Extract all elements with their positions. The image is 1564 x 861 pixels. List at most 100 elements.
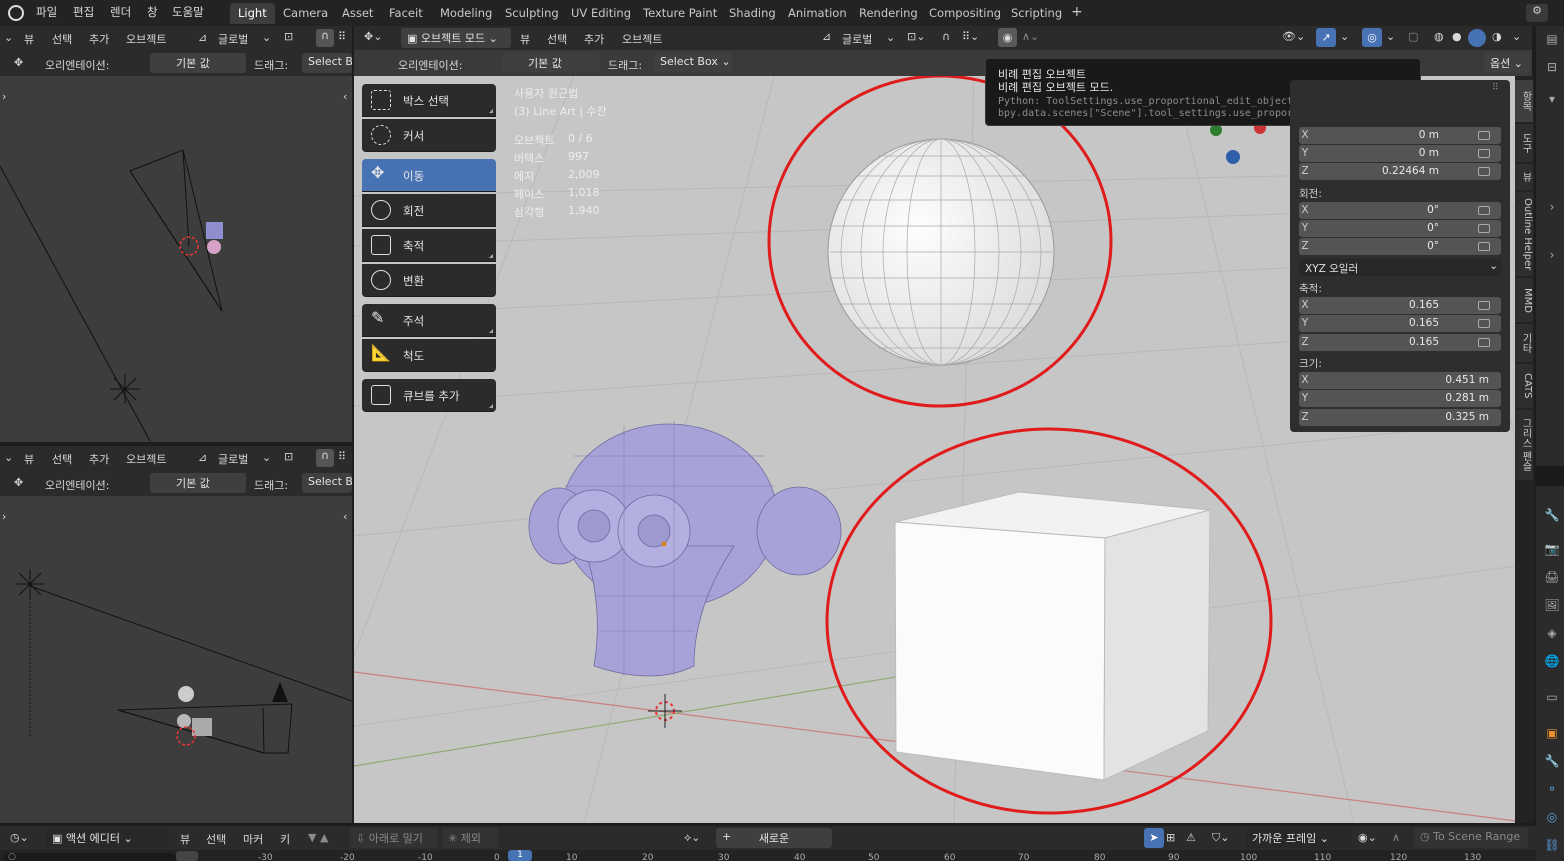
drag-dropdown[interactable]: Select Box: [302, 53, 352, 73]
pivot-icon[interactable]: ⊡: [284, 30, 293, 43]
lock-icon[interactable]: [1478, 149, 1490, 158]
menu-select[interactable]: 선택: [547, 31, 567, 47]
timeline-ruler[interactable]: ○ -30 -20 -10 0 1 10 20 30 40 50 60 70 8…: [0, 850, 1536, 861]
filter-icon[interactable]: ⊟: [1544, 60, 1560, 76]
tool-measure[interactable]: 📐 척도: [362, 339, 496, 372]
toolbar-expand-icon[interactable]: ›: [2, 510, 6, 523]
wireframe-shading-icon[interactable]: ◍: [1434, 30, 1444, 43]
lock-icon[interactable]: [1478, 301, 1490, 310]
menu-view[interactable]: 뷰: [520, 31, 530, 47]
tab-rendering[interactable]: Rendering: [851, 3, 926, 24]
menu-select[interactable]: 선택: [206, 831, 226, 847]
tab-misc[interactable]: 기타: [1515, 324, 1533, 362]
dimension-y-field[interactable]: Y 0.281 m: [1299, 390, 1501, 407]
tab-texture-paint[interactable]: Texture Paint: [635, 3, 725, 24]
tab-sculpting[interactable]: Sculpting: [497, 3, 567, 24]
chevron-down-icon[interactable]: ⌄: [1512, 30, 1521, 43]
tool-annotate[interactable]: ✎ 주석: [362, 304, 496, 337]
scale-x-field[interactable]: X 0.165: [1299, 297, 1501, 314]
layer-arrows-icon[interactable]: ▼ ▲: [308, 831, 328, 844]
menu-view[interactable]: 뷰: [180, 831, 190, 847]
scale-z-field[interactable]: Z 0.165: [1299, 334, 1501, 351]
warning-icon[interactable]: ⚠: [1186, 831, 1196, 844]
tab-compositing[interactable]: Compositing: [921, 3, 1009, 24]
solid-shading-icon[interactable]: ●: [1452, 30, 1462, 43]
orientation-dropdown[interactable]: 기본 값: [502, 53, 600, 73]
channel-toggle-icon[interactable]: [176, 851, 198, 861]
tab-item[interactable]: 항목: [1515, 80, 1533, 122]
editor-type-icon[interactable]: ◷⌄: [10, 831, 29, 844]
modifier-properties-icon[interactable]: 🔧: [1544, 754, 1560, 770]
rotation-x-field[interactable]: X 0°: [1299, 202, 1501, 219]
scene-properties-icon[interactable]: ◈: [1544, 626, 1560, 642]
tab-light[interactable]: Light: [230, 3, 275, 24]
transform-orientation[interactable]: 글로벌: [218, 451, 248, 467]
snap-icon[interactable]: ∩: [316, 29, 334, 47]
rotation-mode-dropdown[interactable]: XYZ 오일러 ⌄: [1299, 259, 1502, 276]
chevron-down-icon[interactable]: ▾: [1544, 92, 1560, 108]
tool-box-select[interactable]: 박스 선택: [362, 84, 496, 117]
stash-button[interactable]: ✳ 제외: [442, 828, 498, 848]
tool-cursor[interactable]: 커서: [362, 119, 496, 152]
output-properties-icon[interactable]: 🖨: [1544, 570, 1560, 586]
rotation-y-field[interactable]: Y 0°: [1299, 220, 1501, 237]
view-layer-icon[interactable]: 🖼: [1544, 598, 1560, 614]
menu-edit[interactable]: 편집: [73, 4, 94, 20]
push-down-button[interactable]: ⇩ 아래로 밀기: [350, 828, 438, 848]
location-y-field[interactable]: Y0 m: [1299, 145, 1501, 162]
blender-logo-icon[interactable]: [8, 5, 24, 21]
menu-select[interactable]: 선택: [52, 31, 72, 47]
left-top-viewport[interactable]: › ‹: [0, 76, 352, 442]
location-z-field[interactable]: Z 0.22464 m: [1299, 163, 1501, 180]
rendered-shading-icon[interactable]: ◑: [1492, 30, 1502, 43]
proportional-edit-icon[interactable]: ◉: [998, 28, 1017, 47]
browse-action-icon[interactable]: ⟡⌄: [684, 831, 701, 845]
tab-animation[interactable]: Animation: [780, 3, 855, 24]
menu-render[interactable]: 렌더: [110, 4, 131, 20]
snap-grid-icon[interactable]: ⠿⌄: [962, 30, 979, 43]
xray-icon[interactable]: ▢: [1408, 30, 1418, 43]
pivot-icon[interactable]: ⊡⌄: [907, 30, 925, 43]
select-cursor-icon[interactable]: ➤: [1144, 828, 1164, 848]
tab-cats[interactable]: CATS: [1515, 364, 1533, 408]
tab-mmd[interactable]: MMD: [1515, 278, 1533, 322]
menu-marker[interactable]: 마커: [243, 831, 263, 847]
left-bottom-viewport[interactable]: › ‹: [0, 496, 352, 823]
search-input[interactable]: [4, 853, 176, 861]
chevron-down-icon[interactable]: ⌄: [1386, 30, 1395, 43]
overlays-icon[interactable]: ◎: [1362, 28, 1382, 47]
lock-icon[interactable]: [1478, 224, 1490, 233]
tab-asset[interactable]: Asset: [334, 3, 381, 24]
tab-faceit[interactable]: Faceit: [381, 3, 431, 24]
tool-move[interactable]: ✥ 이동: [362, 159, 496, 192]
snap-icon[interactable]: ∩: [942, 30, 950, 43]
menu-add[interactable]: 추가: [584, 31, 604, 47]
tool-rotate[interactable]: 회전: [362, 194, 496, 227]
dimension-x-field[interactable]: X 0.451 m: [1299, 372, 1501, 389]
menu-object[interactable]: 오브젝트: [126, 451, 166, 467]
snap-grid-icon[interactable]: ⠿: [338, 30, 346, 43]
transform-orientation[interactable]: 글로벌: [842, 31, 872, 47]
menu-file[interactable]: 파일: [36, 4, 57, 20]
tab-uv-editing[interactable]: UV Editing: [563, 3, 639, 24]
box-select-icon[interactable]: ⊞: [1166, 831, 1175, 844]
drag-dropdown[interactable]: Select Box ⌄: [654, 53, 732, 73]
tool-transform[interactable]: 변환: [362, 264, 496, 297]
proportional-icon[interactable]: ◉⌄: [1358, 831, 1377, 844]
menu-add[interactable]: 추가: [89, 451, 109, 467]
sidebar-expand-icon[interactable]: ‹: [343, 90, 347, 103]
new-action-button[interactable]: + 새로운: [716, 828, 832, 848]
menu-view[interactable]: 뷰: [24, 451, 34, 467]
pivot-icon[interactable]: ⊡: [284, 450, 293, 463]
falloff-icon[interactable]: ∧⌄: [1022, 30, 1039, 43]
outliner-icon[interactable]: ▤: [1544, 32, 1560, 48]
lock-icon[interactable]: [1478, 167, 1490, 176]
tab-scripting[interactable]: Scripting: [1003, 3, 1070, 24]
tool-scale[interactable]: 축적: [362, 229, 496, 262]
menu-view[interactable]: 뷰: [24, 31, 34, 47]
tab-tool[interactable]: 도구: [1515, 124, 1533, 162]
current-frame-indicator[interactable]: 1: [508, 850, 532, 861]
transform-orientation[interactable]: 글로벌: [218, 31, 248, 47]
drag-dropdown[interactable]: Select Box: [302, 473, 352, 493]
tab-modeling[interactable]: Modeling: [432, 3, 500, 24]
